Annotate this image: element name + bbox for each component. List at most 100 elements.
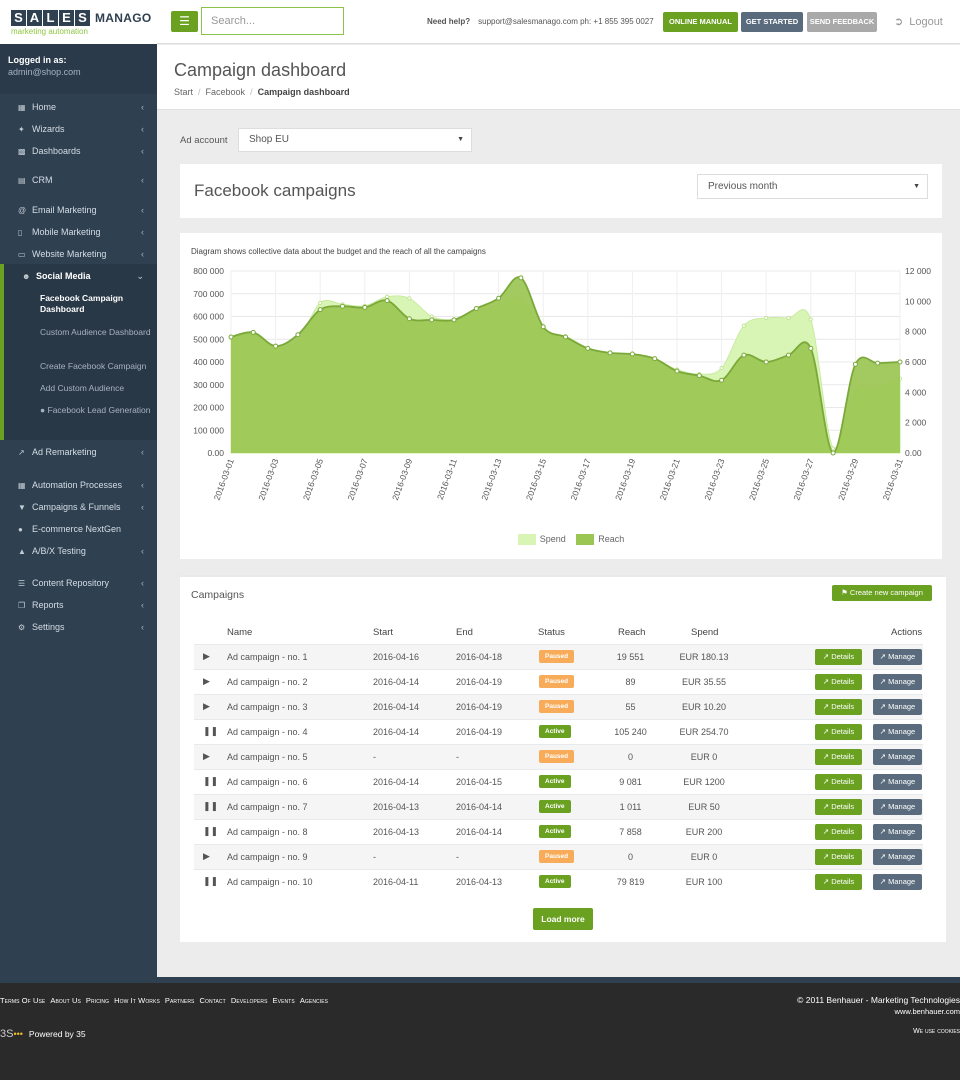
sidebar-subitem-custom-audience-dashboard[interactable]: Custom Audience Dashboard [40,327,152,338]
logo-letter: A [27,10,42,26]
online-manual-button[interactable]: ONLINE MANUAL [663,12,738,32]
line-chart-icon: ↗ [822,727,832,736]
manage-button[interactable]: ↗ Manage [873,699,922,715]
search-input[interactable] [201,7,344,35]
sidebar-item-label: Wizards [32,124,65,134]
footer-link-contact[interactable]: Contact [200,996,226,1005]
reach-point [540,324,546,330]
sidebar-item-mobile-marketing[interactable]: ▯ Mobile Marketing ‹ [0,223,157,241]
manage-button[interactable]: ↗ Manage [873,774,922,790]
manage-button[interactable]: ↗ Manage [873,824,922,840]
sidebar-item-reports[interactable]: ❐ Reports ‹ [0,596,157,614]
details-button[interactable]: ↗ Details [815,774,862,790]
legend-item-spend[interactable]: Spend [517,534,566,546]
manage-button[interactable]: ↗ Manage [873,849,922,865]
sidebar-item-campaigns-funnels[interactable]: ▼ Campaigns & Funnels ‹ [0,498,157,516]
sidebar-item-social-media[interactable]: ☻ Social Media ⌄ [0,267,157,285]
sidebar-subitem-facebook-campaign-dashboard[interactable]: Facebook Campaign Dashboard [40,293,152,315]
col-spend-header[interactable]: Spend [691,627,718,638]
pause-icon[interactable]: ❚❚ [203,876,218,887]
campaign-start: 2016-04-14 [373,727,420,737]
legend-item-reach[interactable]: Reach [576,534,624,546]
play-icon[interactable]: ▶ [203,651,210,662]
manage-button[interactable]: ↗ Manage [873,674,922,690]
sidebar-subitem-create-facebook-campaign[interactable]: Create Facebook Campaign [40,361,152,372]
y-right-tick-label: 0.00 [905,448,922,458]
col-name-header[interactable]: Name [227,627,252,638]
col-status-header[interactable]: Status [538,627,565,638]
reach-point [406,316,412,322]
details-button[interactable]: ↗ Details [815,849,862,865]
footer-link-partners[interactable]: Partners [165,996,195,1005]
send-feedback-button[interactable]: SEND FEEDBACK [807,12,877,32]
manage-button[interactable]: ↗ Manage [873,799,922,815]
col-end-header[interactable]: End [456,627,473,638]
pause-icon[interactable]: ❚❚ [203,826,218,837]
col-start-header[interactable]: Start [373,627,393,638]
menu-toggle-button[interactable]: ☰ [171,11,198,32]
sidebar-item-a-b-x-testing[interactable]: ▲ A/B/X Testing ‹ [0,542,157,560]
sidebar-item-content-repository[interactable]: ☰ Content Repository ‹ [0,574,157,592]
status-badge: Paused [539,750,575,763]
sidebar-item-wizards[interactable]: ✦ Wizards ‹ [0,120,157,138]
details-button[interactable]: ↗ Details [815,874,862,890]
chevron-left-icon: ‹ [141,546,144,556]
pause-icon[interactable]: ❚❚ [203,726,218,737]
spend-point [741,323,747,328]
details-button[interactable]: ↗ Details [815,799,862,815]
breadcrumb-start[interactable]: Start [174,87,193,97]
y-left-tick-label: 200 000 [193,403,224,413]
ad-account-select[interactable]: Shop EU ▼ [238,128,472,152]
powered-by[interactable]: 3S••• Powered by 35 [0,1028,86,1040]
sidebar-subitem-facebook-lead-generation[interactable]: ● Facebook Lead Generation [40,405,152,416]
sidebar-item-settings[interactable]: ⚙ Settings ‹ [0,618,157,636]
footer-link-how-it-works[interactable]: How It Works [114,996,160,1005]
logout-link[interactable]: ➲ Logout [894,15,943,28]
sidebar-item-email-marketing[interactable]: @ Email Marketing ‹ [0,201,157,219]
details-button[interactable]: ↗ Details [815,749,862,765]
sidebar-item-website-marketing[interactable]: ▭ Website Marketing ‹ [0,245,157,263]
details-button[interactable]: ↗ Details [815,699,862,715]
details-button[interactable]: ↗ Details [815,824,862,840]
footer-link-about-us[interactable]: About Us [50,996,81,1005]
manage-button[interactable]: ↗ Manage [873,649,922,665]
sidebar-item-home[interactable]: ▦ Home ‹ [0,98,157,116]
play-icon[interactable]: ▶ [203,751,210,762]
details-button[interactable]: ↗ Details [815,724,862,740]
load-more-button[interactable]: Load more [533,908,593,930]
benhauer-link[interactable]: www.benhauer.com [797,1006,960,1017]
external-link-icon: ↗ [879,677,889,686]
footer-link-pricing[interactable]: Pricing [86,996,109,1005]
y-right-tick-label: 8 000 [905,327,927,337]
pause-icon[interactable]: ❚❚ [203,776,218,787]
help-contact[interactable]: support@salesmanago.com ph: +1 855 395 0… [478,17,654,26]
sidebar-item-crm[interactable]: ▤ CRM ‹ [0,171,157,189]
get-started-button[interactable]: GET STARTED [741,12,803,32]
sidebar-item-e-commerce-nextgen[interactable]: ● E-commerce NextGen [0,520,157,538]
play-icon[interactable]: ▶ [203,676,210,687]
period-select[interactable]: Previous month ▼ [697,174,928,199]
create-campaign-button[interactable]: ⚑ Create new campaign [832,585,932,601]
footer-link-terms-of-use[interactable]: Terms Of Use [0,996,45,1005]
play-icon[interactable]: ▶ [203,851,210,862]
manage-button[interactable]: ↗ Manage [873,749,922,765]
manage-button[interactable]: ↗ Manage [873,724,922,740]
logo-tagline: marketing automation [11,27,88,36]
sidebar-item-automation-processes[interactable]: ▦ Automation Processes ‹ [0,476,157,494]
sidebar-subitem-label: Facebook Campaign Dashboard [40,293,124,314]
footer-link-developers[interactable]: Developers [231,996,268,1005]
sidebar-item-ad-remarketing[interactable]: ↗ Ad Remarketing ‹ [0,443,157,461]
breadcrumb-facebook[interactable]: Facebook [206,87,246,97]
sidebar-subitem-label: Facebook Lead Generation [47,405,151,415]
manage-button[interactable]: ↗ Manage [873,874,922,890]
play-icon[interactable]: ▶ [203,701,210,712]
details-button[interactable]: ↗ Details [815,649,862,665]
sidebar-subitem-add-custom-audience[interactable]: Add Custom Audience [40,383,152,394]
sidebar-item-dashboards[interactable]: ▩ Dashboards ‹ [0,142,157,160]
pause-icon[interactable]: ❚❚ [203,801,218,812]
details-button[interactable]: ↗ Details [815,674,862,690]
col-reach-header[interactable]: Reach [618,627,645,638]
footer-link-events[interactable]: Events [273,996,295,1005]
logo[interactable]: S A L E S MANAGO marketing automation [0,0,157,44]
footer-link-agencies[interactable]: Agencies [300,996,328,1005]
